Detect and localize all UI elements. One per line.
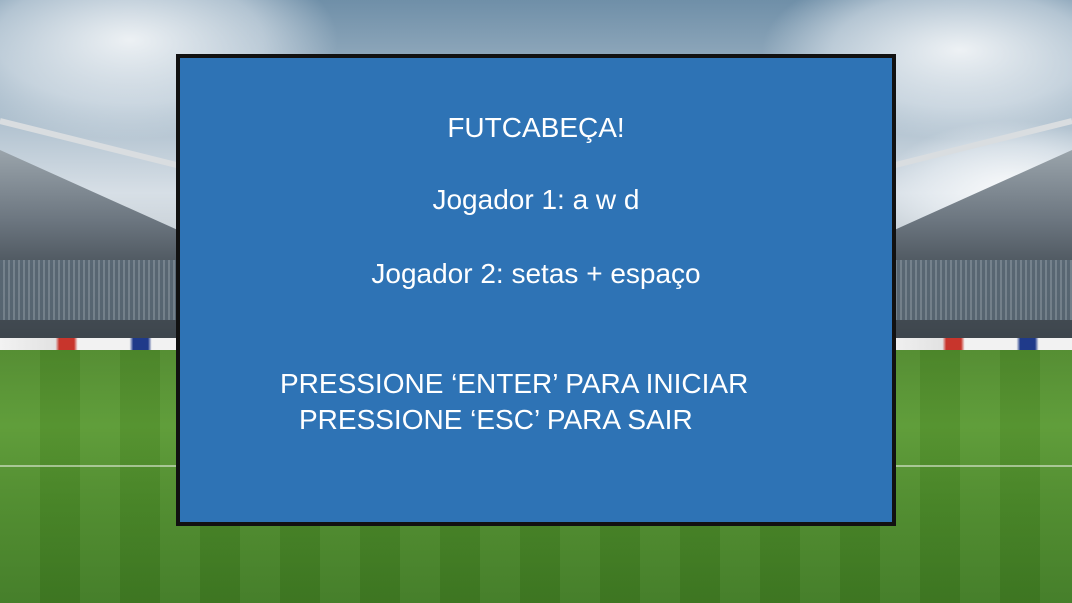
start-menu-panel: FUTCABEÇA! Jogador 1: a w d Jogador 2: s… — [176, 54, 896, 526]
player1-controls: Jogador 1: a w d — [432, 184, 640, 215]
player2-controls: Jogador 2: setas + espaço — [371, 258, 701, 289]
game-title: FUTCABEÇA! — [447, 112, 625, 143]
start-prompt: PRESSIONE ‘ENTER’ PARA INICIAR — [280, 368, 749, 399]
stadium-seats-right — [887, 260, 1072, 320]
stadium-seats-left — [0, 260, 185, 320]
exit-prompt: PRESSIONE ‘ESC’ PARA SAIR — [299, 404, 693, 435]
stadium-stand-left — [0, 150, 200, 350]
